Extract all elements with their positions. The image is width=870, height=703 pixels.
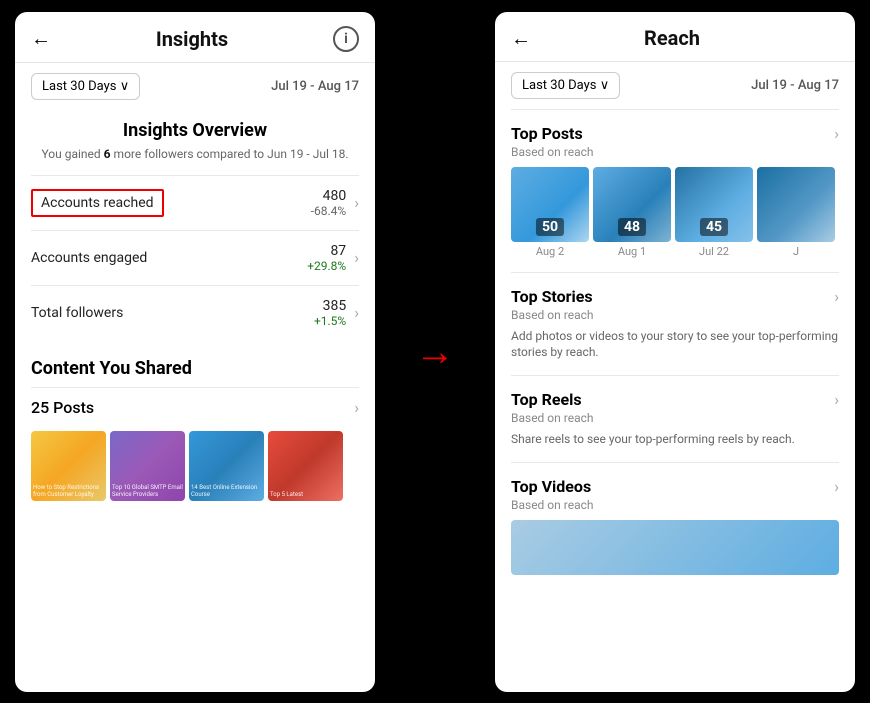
accounts-reached-values: 480 -68.4% › (311, 188, 359, 218)
middle-arrow-container: → (405, 328, 465, 375)
accounts-reached-change: -68.4% (311, 204, 347, 218)
top-stories-desc: Add photos or videos to your story to se… (511, 328, 839, 362)
top-stories-sub: Based on reach (511, 308, 594, 322)
top-reels-desc: Share reels to see your top-performing r… (511, 431, 839, 448)
top-reels-section: Top Reels Based on reach › Share reels t… (511, 375, 839, 462)
insights-date-dropdown[interactable]: Last 30 Days ∨ (31, 73, 140, 100)
post-2-date: Aug 1 (618, 245, 646, 258)
reach-title: Reach (644, 26, 700, 50)
total-followers-chevron: › (354, 303, 359, 322)
top-stories-header: Top Stories Based on reach › (511, 287, 839, 322)
accounts-reached-chevron: › (354, 193, 359, 212)
content-section-title: Content You Shared (31, 358, 359, 379)
accounts-reached-number: 480 (311, 188, 347, 204)
posts-label: 25 Posts (31, 398, 94, 417)
top-videos-chevron[interactable]: › (834, 477, 839, 496)
top-reels-sub: Based on reach (511, 411, 594, 425)
post-1-count: 50 (536, 218, 564, 236)
reach-panel: ← Reach Last 30 Days ∨ Jul 19 - Aug 17 T… (495, 12, 855, 692)
post-3-count: 45 (700, 218, 728, 236)
insights-date-row: Last 30 Days ∨ Jul 19 - Aug 17 (15, 63, 375, 110)
top-reels-title: Top Reels (511, 390, 594, 409)
top-posts-section: Top Posts Based on reach › 50 Aug 2 4 (511, 109, 839, 272)
top-stories-title-block: Top Stories Based on reach (511, 287, 594, 322)
insights-panel: ← Insights i Last 30 Days ∨ Jul 19 - Aug… (15, 12, 375, 692)
top-reels-header: Top Reels Based on reach › (511, 390, 839, 425)
post-col-4: J (757, 167, 835, 258)
post-3-date: Jul 22 (699, 245, 729, 258)
top-post-2: 48 (593, 167, 671, 242)
thumb-text-1: How to Stop Restrictions from Customer L… (33, 484, 104, 498)
accounts-engaged-number: 87 (307, 243, 346, 259)
accounts-engaged-change: +29.8% (307, 259, 346, 273)
insights-overview-title: Insights Overview (31, 120, 359, 141)
total-followers-label: Total followers (31, 305, 123, 321)
thumbnail-3: 14 Best Online Extension Course (189, 431, 264, 501)
thumb-text-2: Top 10 Global SMTP Email Service Provide… (112, 484, 183, 498)
top-stories-title: Top Stories (511, 287, 594, 306)
top-posts-chevron[interactable]: › (834, 124, 839, 143)
thumbnails-row: How to Stop Restrictions from Customer L… (31, 431, 359, 501)
reach-content: Top Posts Based on reach › 50 Aug 2 4 (495, 109, 855, 692)
top-reels-title-block: Top Reels Based on reach (511, 390, 594, 425)
top-videos-title-block: Top Videos Based on reach (511, 477, 594, 512)
thumbnail-1: How to Stop Restrictions from Customer L… (31, 431, 106, 501)
total-followers-change: +1.5% (314, 314, 346, 328)
accounts-engaged-label: Accounts engaged (31, 250, 147, 266)
top-stories-chevron[interactable]: › (834, 287, 839, 306)
reach-date-row: Last 30 Days ∨ Jul 19 - Aug 17 (495, 62, 855, 109)
insights-header: ← Insights i (15, 12, 375, 63)
post-1-date: Aug 2 (536, 245, 564, 258)
top-posts-sub: Based on reach (511, 145, 594, 159)
total-followers-row[interactable]: Total followers 385 +1.5% › (31, 285, 359, 340)
total-followers-values: 385 +1.5% › (314, 298, 359, 328)
info-icon[interactable]: i (333, 26, 359, 52)
thumb-text-3: 14 Best Online Extension Course (191, 484, 262, 498)
top-posts-images: 50 Aug 2 48 Aug 1 45 Jul 22 (511, 167, 839, 258)
accounts-engaged-row[interactable]: Accounts engaged 87 +29.8% › (31, 230, 359, 285)
accounts-engaged-values: 87 +29.8% › (307, 243, 359, 273)
thumb-text-4: Top 5 Latest (270, 491, 341, 498)
posts-chevron: › (354, 398, 359, 417)
top-post-3: 45 (675, 167, 753, 242)
top-posts-title-block: Top Posts Based on reach (511, 124, 594, 159)
top-videos-section: Top Videos Based on reach › (511, 462, 839, 589)
top-stories-section: Top Stories Based on reach › Add photos … (511, 272, 839, 376)
followers-gained-text: You gained 6 more followers compared to … (31, 147, 359, 161)
red-arrow: → (415, 328, 455, 375)
top-videos-title: Top Videos (511, 477, 594, 496)
back-button[interactable]: ← (31, 26, 51, 51)
top-post-1: 50 (511, 167, 589, 242)
reach-back-button[interactable]: ← (511, 26, 531, 51)
accounts-reached-label: Accounts reached (31, 189, 164, 217)
top-videos-header: Top Videos Based on reach › (511, 477, 839, 512)
top-reels-chevron[interactable]: › (834, 390, 839, 409)
post-4-date: J (793, 245, 799, 258)
top-posts-header: Top Posts Based on reach › (511, 124, 839, 159)
thumbnail-4: Top 5 Latest (268, 431, 343, 501)
top-post-4 (757, 167, 835, 242)
reach-header: ← Reach (495, 12, 855, 62)
top-videos-thumbnail (511, 520, 839, 575)
insights-title: Insights (156, 27, 228, 51)
thumbnail-2: Top 10 Global SMTP Email Service Provide… (110, 431, 185, 501)
accounts-engaged-chevron: › (354, 248, 359, 267)
post-col-1: 50 Aug 2 (511, 167, 589, 258)
accounts-reached-row[interactable]: Accounts reached 480 -68.4% › (31, 175, 359, 230)
posts-row[interactable]: 25 Posts › (31, 387, 359, 427)
top-posts-title: Top Posts (511, 124, 594, 143)
post-col-3: 45 Jul 22 (675, 167, 753, 258)
insights-date-range: Jul 19 - Aug 17 (271, 79, 359, 94)
top-videos-thumb-container (511, 520, 839, 575)
post-2-count: 48 (618, 218, 646, 236)
insights-content: Insights Overview You gained 6 more foll… (15, 110, 375, 692)
reach-date-dropdown[interactable]: Last 30 Days ∨ (511, 72, 620, 99)
main-container: ← Insights i Last 30 Days ∨ Jul 19 - Aug… (0, 0, 870, 703)
total-followers-number: 385 (314, 298, 346, 314)
top-videos-sub: Based on reach (511, 498, 594, 512)
post-col-2: 48 Aug 1 (593, 167, 671, 258)
reach-date-range: Jul 19 - Aug 17 (751, 78, 839, 93)
